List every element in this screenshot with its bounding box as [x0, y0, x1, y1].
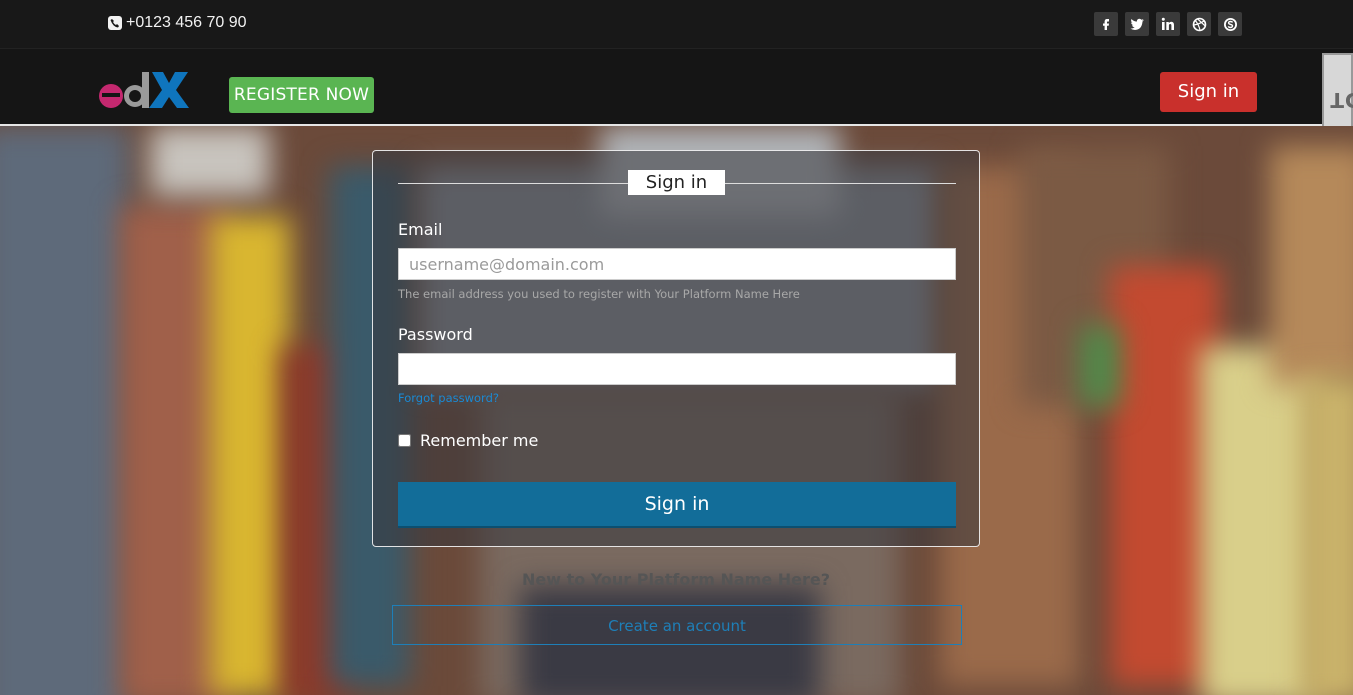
email-field[interactable] [398, 248, 956, 280]
edx-logo[interactable] [96, 70, 192, 114]
header-sign-in-button[interactable]: Sign in [1160, 72, 1257, 112]
password-field[interactable] [398, 353, 956, 385]
password-label: Password [398, 325, 473, 344]
main-navbar: REGISTER NOW Sign in [0, 49, 1353, 126]
email-label: Email [398, 220, 443, 239]
new-user-prompt: New to Your Platform Name Here? [521, 570, 831, 589]
social-links [1094, 12, 1242, 36]
sign-in-submit-button[interactable]: Sign in [398, 482, 956, 528]
remember-me-label: Remember me [420, 431, 539, 450]
top-bar: +0123 456 70 90 [0, 0, 1353, 49]
register-now-button[interactable]: REGISTER NOW [229, 77, 374, 113]
phone-contact: +0123 456 70 90 [108, 14, 247, 32]
phone-icon [108, 16, 122, 30]
phone-number: +0123 456 70 90 [126, 14, 247, 31]
form-title: Sign in [628, 170, 725, 195]
twitter-icon[interactable] [1125, 12, 1149, 36]
skype-icon[interactable] [1218, 12, 1242, 36]
remember-me-checkbox[interactable] [398, 434, 411, 447]
linkedin-icon[interactable] [1156, 12, 1180, 36]
create-account-button[interactable]: Create an account [392, 605, 962, 645]
email-hint: The email address you used to register w… [398, 287, 800, 301]
dribbble-icon[interactable] [1187, 12, 1211, 36]
remember-me[interactable]: Remember me [398, 431, 538, 450]
sign-in-form: Sign in Email The email address you used… [372, 150, 980, 547]
debug-toolbar-tab[interactable]: DjDT [1322, 53, 1353, 129]
facebook-icon[interactable] [1094, 12, 1118, 36]
forgot-password-link[interactable]: Forgot password? [398, 391, 499, 405]
